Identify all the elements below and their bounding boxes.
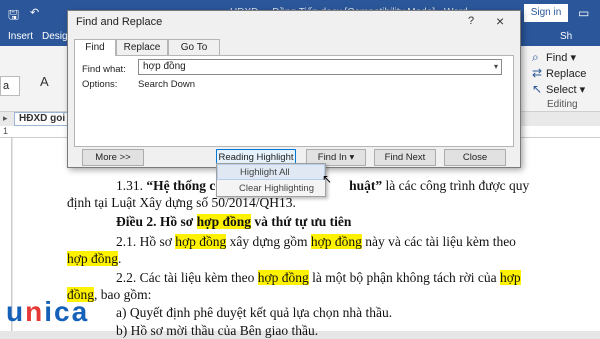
doc-line-6: 2.2. Các tài liệu kèm theo hợp đồng là m… bbox=[116, 270, 521, 285]
close-button[interactable]: Close bbox=[444, 149, 506, 166]
tab-insert[interactable]: Insert bbox=[8, 31, 33, 42]
editing-group-label: Editing bbox=[547, 99, 578, 110]
doc-line-2: định tại Luật Xây dựng số 50/2014/QH13. bbox=[67, 195, 296, 210]
tab-replace[interactable]: Replace bbox=[116, 39, 168, 55]
doc-line-8: a) Quyết định phê duyệt kết quả lựa chọn… bbox=[116, 305, 393, 320]
ruler-marker: 1 bbox=[3, 126, 9, 136]
tab-goto[interactable]: Go To bbox=[168, 39, 220, 55]
tab-find[interactable]: Find bbox=[74, 39, 116, 56]
replace-button[interactable]: ⇄ Replace bbox=[532, 66, 586, 80]
options-label: Options: bbox=[82, 79, 118, 90]
options-value: Search Down bbox=[138, 79, 196, 90]
menu-item-clear-highlighting[interactable]: Clear Highlighting bbox=[217, 181, 325, 197]
menu-item-highlight-all[interactable]: Highlight All bbox=[217, 164, 325, 180]
more-button[interactable]: More >> bbox=[82, 149, 144, 166]
ribbon-display-icon[interactable]: ▭ bbox=[578, 6, 589, 20]
doc-line-4: 2.1. Hồ sơ hợp đồng xây dựng gồm hợp đồn… bbox=[116, 234, 516, 249]
save-icon[interactable]: 🖫 bbox=[8, 6, 19, 28]
dialog-title: Find and Replace bbox=[76, 16, 163, 28]
find-what-input[interactable]: hợp đồng bbox=[138, 59, 502, 75]
find-what-label: Find what: bbox=[82, 64, 126, 75]
share-button[interactable]: Sh bbox=[560, 31, 572, 42]
font-size-grow-icon[interactable]: A bbox=[40, 74, 49, 89]
replace-icon: ⇄ bbox=[532, 66, 543, 80]
nav-arrow-icon[interactable]: ▸ bbox=[3, 113, 8, 124]
mouse-cursor-icon: ↖ bbox=[322, 172, 333, 186]
find-button[interactable]: ⌕ Find ▾ bbox=[532, 50, 576, 65]
reading-highlight-menu: Highlight All Clear Highlighting bbox=[216, 163, 326, 197]
unica-logo: unica bbox=[6, 296, 90, 327]
search-icon: ⌕ bbox=[532, 50, 539, 64]
doc-line-3: Điều 2. Hồ sơ hợp đồng và thứ tự ưu tiên bbox=[116, 214, 352, 229]
doc-line-9: b) Hồ sơ mời thầu của Bên giao thầu. bbox=[116, 323, 319, 338]
sign-in-button[interactable]: Sign in bbox=[524, 4, 568, 22]
cursor-select-icon: ↖ bbox=[532, 82, 543, 96]
close-icon[interactable]: × bbox=[496, 13, 504, 29]
undo-icon[interactable]: ↶ bbox=[30, 6, 39, 19]
select-button[interactable]: ↖ Select ▾ bbox=[532, 82, 585, 96]
help-icon[interactable]: ? bbox=[468, 15, 474, 27]
chevron-down-icon[interactable]: ▾ bbox=[491, 60, 501, 74]
find-replace-dialog: Find and Replace ? × Find Replace Go To … bbox=[67, 10, 521, 178]
font-name-combo[interactable]: a bbox=[0, 76, 20, 96]
doc-line-5: hợp đồng. bbox=[67, 251, 122, 266]
find-next-button[interactable]: Find Next bbox=[374, 149, 436, 166]
